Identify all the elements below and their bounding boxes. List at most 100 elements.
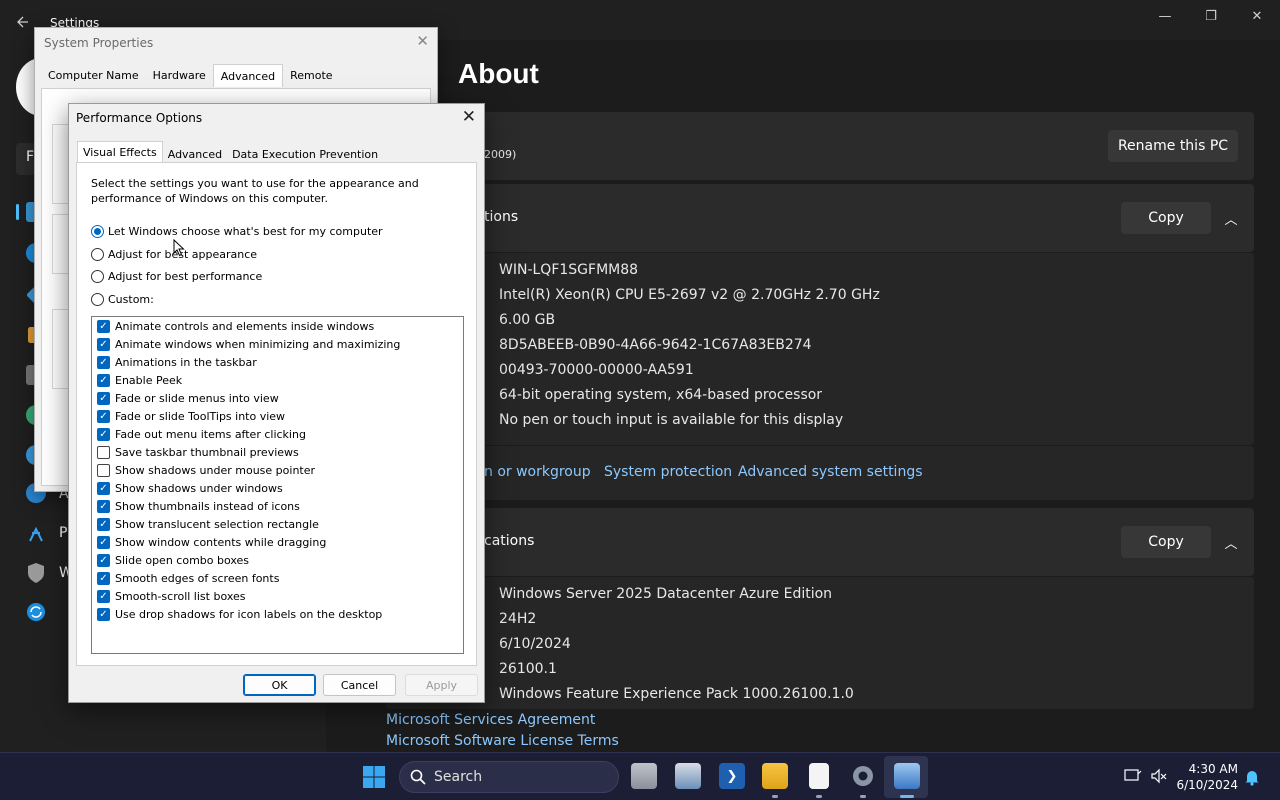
checkbox[interactable]: ✓ bbox=[97, 356, 110, 369]
license-terms-link[interactable]: Microsoft Software License Terms bbox=[386, 733, 619, 749]
back-arrow-icon[interactable] bbox=[14, 12, 34, 32]
list-item[interactable]: ✓ Use drop shadows for icon labels on the… bbox=[97, 608, 382, 621]
minimize-icon[interactable]: — bbox=[1142, 0, 1188, 32]
radio-label: Custom: bbox=[108, 293, 154, 306]
domain-workgroup-link[interactable]: n or workgroup bbox=[484, 464, 591, 480]
radio-let-windows-choose[interactable]: Let Windows choose what's best for my co… bbox=[91, 225, 383, 238]
list-item-label: Show translucent selection rectangle bbox=[115, 518, 319, 531]
file-explorer-icon[interactable] bbox=[762, 763, 788, 789]
close-icon[interactable]: ✕ bbox=[1234, 0, 1280, 32]
checkbox[interactable]: ✓ bbox=[97, 608, 110, 621]
radio-button[interactable] bbox=[91, 270, 104, 283]
task-view-icon[interactable] bbox=[631, 763, 657, 789]
collapse-chevron-up-icon[interactable]: ︿ bbox=[1219, 206, 1243, 230]
copy-device-specs-button[interactable]: Copy bbox=[1121, 202, 1211, 234]
rename-pc-button[interactable]: Rename this PC bbox=[1108, 130, 1238, 162]
copy-windows-specs-button[interactable]: Copy bbox=[1121, 526, 1211, 558]
privacy-shield-icon[interactable] bbox=[26, 562, 46, 584]
list-item-label: Show window contents while dragging bbox=[115, 536, 327, 549]
tablet-mode-icon[interactable] bbox=[1124, 768, 1142, 784]
checkbox[interactable]: ✓ bbox=[97, 320, 110, 333]
checkbox[interactable]: ✓ bbox=[97, 500, 110, 513]
checkbox[interactable]: ✓ bbox=[97, 392, 110, 405]
checkbox[interactable]: ✓ bbox=[97, 518, 110, 531]
list-item[interactable]: ✓ Animate windows when minimizing and max… bbox=[97, 338, 400, 351]
list-item[interactable]: ✓ Enable Peek bbox=[97, 374, 182, 387]
advanced-system-settings-link[interactable]: Advanced system settings bbox=[738, 464, 923, 480]
cancel-button[interactable]: Cancel bbox=[323, 674, 396, 696]
visual-effects-panel: Select the settings you want to use for … bbox=[76, 162, 477, 666]
close-icon[interactable]: ✕ bbox=[462, 107, 476, 127]
page-title: About bbox=[458, 58, 539, 89]
system-properties-icon[interactable] bbox=[894, 763, 920, 789]
radio-button[interactable] bbox=[91, 225, 104, 238]
list-item[interactable]: ✓ Show window contents while dragging bbox=[97, 536, 326, 549]
spec-device-id: 8D5ABEEB-0B90-4A66-9642-1C67A83EB274 bbox=[499, 337, 812, 353]
collapse-chevron-up-icon[interactable]: ︿ bbox=[1219, 530, 1243, 554]
list-item[interactable]: ✓ Fade out menu items after clicking bbox=[97, 428, 306, 441]
checkbox[interactable]: ✓ bbox=[97, 572, 110, 585]
ok-button[interactable]: OK bbox=[243, 674, 316, 696]
radio-button[interactable] bbox=[91, 248, 104, 261]
start-windows-icon[interactable] bbox=[362, 765, 386, 789]
list-item-label: Smooth-scroll list boxes bbox=[115, 590, 246, 603]
tab-advanced[interactable]: Advanced bbox=[212, 64, 284, 87]
tab-hardware[interactable]: Hardware bbox=[146, 64, 213, 87]
list-item[interactable]: ✓ Smooth edges of screen fonts bbox=[97, 572, 279, 585]
system-protection-link[interactable]: System protection bbox=[604, 464, 732, 480]
search-label: Search bbox=[434, 769, 483, 785]
close-icon[interactable]: ✕ bbox=[416, 32, 429, 50]
radio-button[interactable] bbox=[91, 293, 104, 306]
list-item-label: Fade or slide ToolTips into view bbox=[115, 410, 286, 423]
tab-data-execution-prevention[interactable]: Data Execution Prevention bbox=[227, 144, 383, 164]
performance-options-title: Performance Options bbox=[76, 111, 203, 125]
tab-computer-name[interactable]: Computer Name bbox=[41, 64, 146, 87]
spec-os-build: 26100.1 bbox=[499, 661, 557, 677]
checkbox[interactable] bbox=[97, 464, 110, 477]
accessibility-icon[interactable] bbox=[26, 523, 46, 543]
spec-system-type: 64-bit operating system, x64-based proce… bbox=[499, 387, 823, 403]
checkbox[interactable]: ✓ bbox=[97, 428, 110, 441]
list-item[interactable]: ✓ Smooth-scroll list boxes bbox=[97, 590, 246, 603]
spec-product-id: 00493-70000-00000-AA591 bbox=[499, 362, 694, 378]
list-item[interactable]: ✓ Animate controls and elements inside wi… bbox=[97, 320, 374, 333]
radio-custom[interactable]: Custom: bbox=[91, 293, 154, 306]
apply-button[interactable]: Apply bbox=[405, 674, 478, 696]
list-item[interactable]: ✓ Show translucent selection rectangle bbox=[97, 518, 319, 531]
notification-bell-icon[interactable] bbox=[1244, 768, 1260, 786]
checkbox[interactable]: ✓ bbox=[97, 338, 110, 351]
list-item[interactable]: ✓ Show shadows under windows bbox=[97, 482, 283, 495]
list-item[interactable]: ✓ Slide open combo boxes bbox=[97, 554, 249, 567]
volume-muted-icon[interactable] bbox=[1150, 768, 1168, 784]
window-controls: — ❐ ✕ bbox=[1142, 0, 1280, 32]
tab-visual-effects[interactable]: Visual Effects bbox=[77, 141, 163, 164]
visual-effects-list[interactable]: ✓ Animate controls and elements inside wi… bbox=[91, 316, 464, 654]
checkbox[interactable]: ✓ bbox=[97, 482, 110, 495]
windows-update-icon[interactable] bbox=[26, 602, 46, 622]
taskbar-search-box[interactable]: Search bbox=[399, 761, 619, 793]
settings-icon[interactable] bbox=[850, 763, 876, 789]
checkbox[interactable]: ✓ bbox=[97, 536, 110, 549]
list-item[interactable]: Show shadows under mouse pointer bbox=[97, 464, 315, 477]
restore-icon[interactable]: ❐ bbox=[1188, 0, 1234, 32]
taskbar-clock[interactable]: 4:30 AM 6/10/2024 bbox=[1176, 761, 1238, 793]
server-manager-icon[interactable] bbox=[675, 763, 701, 789]
checkbox[interactable]: ✓ bbox=[97, 410, 110, 423]
list-item[interactable]: Save taskbar thumbnail previews bbox=[97, 446, 299, 459]
clock-time: 4:30 AM bbox=[1188, 762, 1238, 776]
radio-best-performance[interactable]: Adjust for best performance bbox=[91, 270, 262, 283]
powershell-icon[interactable]: ❯ bbox=[719, 763, 745, 789]
list-item[interactable]: ✓ Animations in the taskbar bbox=[97, 356, 257, 369]
list-item[interactable]: ✓ Fade or slide menus into view bbox=[97, 392, 279, 405]
checkbox[interactable]: ✓ bbox=[97, 590, 110, 603]
list-item[interactable]: ✓ Fade or slide ToolTips into view bbox=[97, 410, 285, 423]
notepad-icon[interactable] bbox=[809, 763, 829, 789]
windows-specs-header: cations bbox=[484, 533, 535, 549]
checkbox[interactable] bbox=[97, 446, 110, 459]
list-item[interactable]: ✓ Show thumbnails instead of icons bbox=[97, 500, 300, 513]
checkbox[interactable]: ✓ bbox=[97, 554, 110, 567]
tab-advanced[interactable]: Advanced bbox=[163, 144, 227, 164]
tab-remote[interactable]: Remote bbox=[283, 64, 339, 87]
services-agreement-link[interactable]: Microsoft Services Agreement bbox=[386, 712, 595, 728]
checkbox[interactable]: ✓ bbox=[97, 374, 110, 387]
